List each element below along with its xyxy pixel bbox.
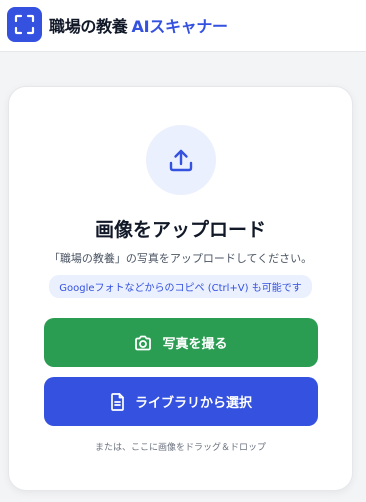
document-icon [111, 392, 124, 411]
choose-from-library-label: ライブラリから選択 [134, 396, 252, 411]
upload-description: 「職場の教養」の写真をアップロードしてください。 [48, 252, 313, 265]
upload-card[interactable]: 画像をアップロード 「職場の教養」の写真をアップロードしてください。 Googl… [8, 86, 353, 491]
camera-icon [135, 335, 152, 350]
choose-from-library-button[interactable]: ライブラリから選択 [44, 377, 318, 426]
paste-hint-wrap: Googleフォトなどからのコピペ (Ctrl+V) も可能です [9, 275, 352, 298]
take-photo-label: 写真を撮る [162, 337, 228, 352]
paste-hint-badge: Googleフォトなどからのコピペ (Ctrl+V) も可能です [49, 275, 312, 298]
app-title-main: 職場の教養 [49, 17, 128, 36]
upload-title: 画像をアップロード [94, 219, 266, 241]
scan-frame-icon [7, 7, 42, 42]
upload-icon [146, 125, 216, 195]
drag-drop-hint: または、ここに画像をドラッグ＆ドロップ [94, 443, 266, 453]
app-header: 職場の教養 AIスキャナー [0, 0, 366, 52]
app-title-accent: AIスキャナー [131, 17, 229, 36]
app-title: 職場の教養 AIスキャナー [49, 13, 228, 37]
take-photo-button[interactable]: 写真を撮る [44, 318, 318, 367]
